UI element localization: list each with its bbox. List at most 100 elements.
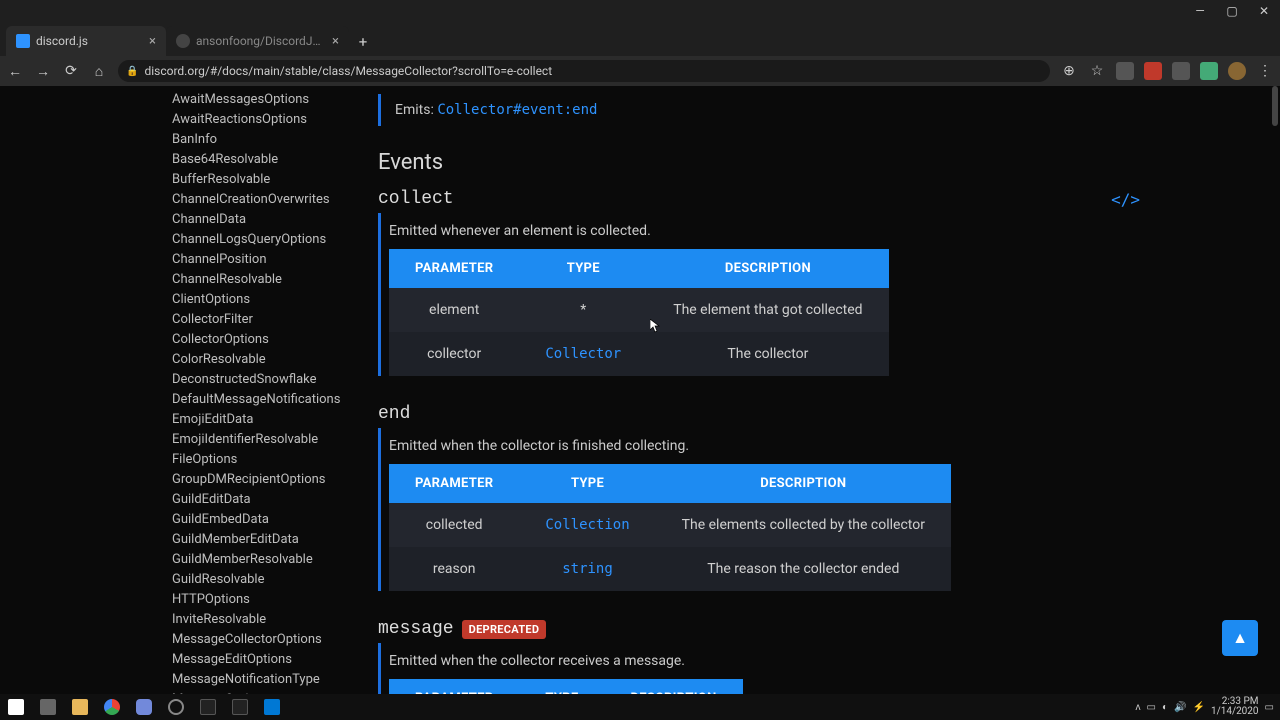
url-text: discord.org/#/docs/main/stable/class/Mes… xyxy=(144,64,552,78)
emits-link[interactable]: Collector#event:end xyxy=(437,102,597,118)
sidebar-item[interactable]: CollectorOptions xyxy=(172,330,350,350)
notifications-icon[interactable]: ▭ xyxy=(1265,702,1274,713)
browser-tab-strip: discord.js × ansonfoong/DiscordJS-Scaffo… xyxy=(0,22,1280,56)
sidebar-item[interactable]: HTTPOptions xyxy=(172,590,350,610)
type-link[interactable]: string xyxy=(562,561,613,577)
ext-icon[interactable] xyxy=(1116,62,1134,80)
emits-label: Emits: xyxy=(395,102,437,118)
event-collect: collect </> Emitted whenever an element … xyxy=(378,189,1260,376)
terminal2-button[interactable] xyxy=(224,694,256,720)
vscode-button[interactable] xyxy=(256,694,288,720)
tab-close-icon[interactable]: × xyxy=(332,34,339,49)
sidebar-item[interactable]: GroupDMRecipientOptions xyxy=(172,470,350,490)
sidebar-item[interactable]: GuildResolvable xyxy=(172,570,350,590)
tab-github[interactable]: ansonfoong/DiscordJS-Scaffold × xyxy=(166,26,349,56)
address-bar[interactable]: 🔒 discord.org/#/docs/main/stable/class/M… xyxy=(118,60,1050,82)
back-button[interactable]: ← xyxy=(6,63,24,80)
table-row: reason string The reason the collector e… xyxy=(389,547,951,591)
table-row: collected Collection The elements collec… xyxy=(389,503,951,547)
tray-icon[interactable]: ◐ xyxy=(1162,702,1168,713)
taskview-button[interactable] xyxy=(32,694,64,720)
sidebar-item[interactable]: BufferResolvable xyxy=(172,170,350,190)
window-max-button[interactable]: ▢ xyxy=(1216,0,1248,22)
docs-sidebar[interactable]: AwaitMessagesOptionsAwaitReactionsOption… xyxy=(0,86,350,694)
sidebar-item[interactable]: ChannelCreationOverwrites xyxy=(172,190,350,210)
tab-close-icon[interactable]: × xyxy=(149,34,156,49)
forward-button[interactable]: → xyxy=(34,63,52,80)
sidebar-item[interactable]: GuildMemberEditData xyxy=(172,530,350,550)
sidebar-item[interactable]: DefaultMessageNotifications xyxy=(172,390,350,410)
sidebar-item[interactable]: ChannelResolvable xyxy=(172,270,350,290)
table-row: collector Collector The collector xyxy=(389,332,889,376)
sidebar-item[interactable]: ColorResolvable xyxy=(172,350,350,370)
sidebar-item[interactable]: ChannelData xyxy=(172,210,350,230)
terminal-button[interactable] xyxy=(192,694,224,720)
chrome-button[interactable] xyxy=(96,694,128,720)
scrollbar-thumb[interactable] xyxy=(1272,86,1278,126)
param-name: reason xyxy=(389,547,519,591)
sidebar-item[interactable]: GuildEditData xyxy=(172,490,350,510)
menu-button[interactable]: ⋮ xyxy=(1256,63,1274,79)
sidebar-item[interactable]: GuildMemberResolvable xyxy=(172,550,350,570)
sidebar-item[interactable]: ChannelPosition xyxy=(172,250,350,270)
explorer-button[interactable] xyxy=(64,694,96,720)
sidebar-item[interactable]: FileOptions xyxy=(172,450,350,470)
th-type: TYPE xyxy=(519,249,647,288)
start-button[interactable] xyxy=(0,694,32,720)
params-table: PARAMETER TYPE DESCRIPTION collected Col… xyxy=(389,464,951,591)
system-tray[interactable]: ʌ ▭ ◐ 🔊 ⚡ 2:33 PM 1/14/2020 ▭ xyxy=(1136,697,1280,717)
event-end: end Emitted when the collector is finish… xyxy=(378,404,1260,591)
tray-icon[interactable]: 🔊 xyxy=(1174,702,1186,713)
sidebar-item[interactable]: ClientOptions xyxy=(172,290,350,310)
sidebar-item[interactable]: MessageEditOptions xyxy=(172,650,350,670)
reload-button[interactable]: ⟳ xyxy=(62,63,80,79)
tab-favicon-icon xyxy=(16,34,30,48)
sidebar-item[interactable]: EmojiIdentifierResolvable xyxy=(172,430,350,450)
window-close-button[interactable]: ✕ xyxy=(1248,0,1280,22)
back-to-top-button[interactable]: ▲ xyxy=(1222,620,1258,656)
th-parameter: PARAMETER xyxy=(389,464,519,503)
sidebar-item[interactable]: GuildEmbedData xyxy=(172,510,350,530)
profile-avatar[interactable] xyxy=(1228,62,1246,80)
sidebar-item[interactable]: Base64Resolvable xyxy=(172,150,350,170)
home-button[interactable]: ⌂ xyxy=(90,63,108,80)
ext-icon[interactable] xyxy=(1172,62,1190,80)
app-button[interactable] xyxy=(160,694,192,720)
tray-icon[interactable]: ▭ xyxy=(1147,702,1156,713)
sidebar-item[interactable]: MessageCollectorOptions xyxy=(172,630,350,650)
sidebar-item[interactable]: ChannelLogsQueryOptions xyxy=(172,230,350,250)
source-link-icon[interactable]: </> xyxy=(1111,190,1260,209)
event-name[interactable]: message xyxy=(378,619,454,639)
star-icon[interactable]: ☆ xyxy=(1088,63,1106,79)
event-name[interactable]: end xyxy=(378,404,410,424)
th-description: DESCRIPTION xyxy=(656,464,951,503)
tray-icon[interactable]: ⚡ xyxy=(1193,702,1205,713)
th-parameter: PARAMETER xyxy=(389,679,519,694)
lock-icon: 🔒 xyxy=(126,66,138,77)
param-desc: The elements collected by the collector xyxy=(656,503,951,547)
tab-favicon-icon xyxy=(176,34,190,48)
sidebar-item[interactable]: CollectorFilter xyxy=(172,310,350,330)
th-parameter: PARAMETER xyxy=(389,249,519,288)
discord-button[interactable] xyxy=(128,694,160,720)
window-min-button[interactable]: — xyxy=(1184,0,1216,22)
sidebar-item[interactable]: EmojiEditData xyxy=(172,410,350,430)
event-description: Emitted whenever an element is collected… xyxy=(389,217,1260,249)
sidebar-item[interactable]: AwaitMessagesOptions xyxy=(172,90,350,110)
tab-discordjs[interactable]: discord.js × xyxy=(6,26,166,56)
new-tab-button[interactable]: + xyxy=(349,28,377,56)
sidebar-item[interactable]: InviteResolvable xyxy=(172,610,350,630)
sidebar-item[interactable]: MessageNotificationType xyxy=(172,670,350,690)
ext-icon[interactable] xyxy=(1144,62,1162,80)
sidebar-item[interactable]: DeconstructedSnowflake xyxy=(172,370,350,390)
zoom-icon[interactable]: ⊕ xyxy=(1060,63,1078,79)
type-link[interactable]: Collector xyxy=(545,346,621,362)
param-desc: The element that got collected xyxy=(647,288,888,332)
sidebar-item[interactable]: AwaitReactionsOptions xyxy=(172,110,350,130)
sidebar-item[interactable]: BanInfo xyxy=(172,130,350,150)
tray-up-icon[interactable]: ʌ xyxy=(1136,702,1141,713)
type-link[interactable]: Collection xyxy=(545,517,629,533)
ext-icon[interactable] xyxy=(1200,62,1218,80)
event-name[interactable]: collect xyxy=(378,189,454,209)
param-desc: The reason the collector ended xyxy=(656,547,951,591)
